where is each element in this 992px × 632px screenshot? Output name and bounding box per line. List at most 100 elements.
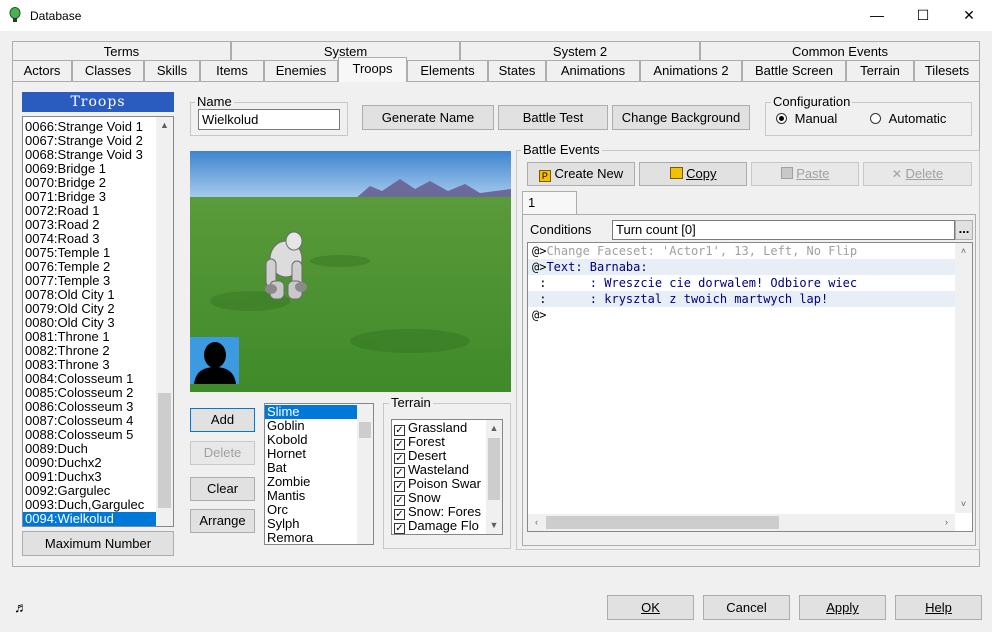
add-button[interactable]: Add (190, 408, 255, 432)
troop-item[interactable]: 0084:Colosseum 1 (23, 372, 173, 386)
troop-item[interactable]: 0073:Road 2 (23, 218, 173, 232)
tab-terrain[interactable]: Terrain (846, 60, 914, 81)
paste-button[interactable]: Paste (751, 162, 859, 186)
troop-item[interactable]: 0069:Bridge 1 (23, 162, 173, 176)
scrollbar-thumb[interactable] (546, 516, 779, 529)
event-command-line[interactable]: @>Text: Barnaba: (528, 259, 972, 275)
tab-tilesets[interactable]: Tilesets (914, 60, 980, 81)
conditions-more-button[interactable]: ... (955, 220, 973, 240)
troop-item[interactable]: 0079:Old City 2 (23, 302, 173, 316)
tab-states[interactable]: States (488, 60, 546, 81)
troop-item[interactable]: 0094:Wielkolud (23, 512, 173, 526)
music-icon[interactable]: ♬ (14, 599, 28, 615)
troop-item[interactable]: 0086:Colosseum 3 (23, 400, 173, 414)
radio-manual[interactable]: Manual (776, 111, 837, 126)
tab-classes[interactable]: Classes (72, 60, 144, 81)
maximum-number-button[interactable]: Maximum Number (22, 531, 174, 556)
troop-item[interactable]: 0070:Bridge 2 (23, 176, 173, 190)
delete-event-button[interactable]: ✕ Delete (863, 162, 972, 186)
apply-button[interactable]: Apply (799, 595, 886, 620)
scroll-left-arrow-icon[interactable]: ‹ (528, 514, 545, 531)
event-command-line[interactable]: : : krysztal z twoich martwych lap! (528, 291, 972, 307)
help-button[interactable]: Help (895, 595, 982, 620)
troop-item[interactable]: 0091:Duchx3 (23, 470, 173, 484)
terrain-scrollbar[interactable]: ▲ ▼ (486, 420, 502, 534)
copy-button[interactable]: Copy (639, 162, 747, 186)
tab-troops[interactable]: Troops (338, 57, 407, 82)
scroll-down-arrow-icon[interactable]: ▼ (486, 517, 502, 534)
tab-elements[interactable]: Elements (407, 60, 488, 81)
troop-item[interactable]: 0075:Temple 1 (23, 246, 173, 260)
name-input[interactable]: Wielkolud (198, 109, 340, 130)
battle-preview[interactable] (190, 151, 511, 392)
troop-item[interactable]: 0093:Duch,Gargulec (23, 498, 173, 512)
troop-item[interactable]: 0087:Colosseum 4 (23, 414, 173, 428)
terrain-list[interactable]: ✓ Grassland ✓ Forest ✓ Desert ✓ Wasteland ✓ Poiso… (391, 419, 503, 535)
troop-item[interactable]: 0088:Colosseum 5 (23, 428, 173, 442)
tab-common-events[interactable]: Common Events (700, 41, 980, 62)
event-scrollbar-h[interactable]: ‹ › (528, 514, 955, 531)
troop-item[interactable]: 0089:Duch (23, 442, 173, 456)
troop-item[interactable]: 0076:Temple 2 (23, 260, 173, 274)
troop-item[interactable]: 0092:Gargulec (23, 484, 173, 498)
tab-items[interactable]: Items (200, 60, 264, 81)
troop-item[interactable]: 0078:Old City 1 (23, 288, 173, 302)
scroll-up-arrow-icon[interactable]: ▲ (486, 420, 502, 437)
radio-automatic[interactable]: Automatic (870, 111, 946, 126)
troop-item[interactable]: 0072:Road 1 (23, 204, 173, 218)
scroll-up-arrow-icon[interactable]: ▲ (156, 117, 173, 134)
troop-item[interactable]: 0080:Old City 3 (23, 316, 173, 330)
tab-animations[interactable]: Animations (546, 60, 640, 81)
troop-item[interactable]: 0077:Temple 3 (23, 274, 173, 288)
cancel-button[interactable]: Cancel (703, 595, 790, 620)
troop-item[interactable]: 0081:Throne 1 (23, 330, 173, 344)
event-command-prefix: @> (532, 244, 547, 258)
troop-item[interactable]: 0071:Bridge 3 (23, 190, 173, 204)
event-commands-list[interactable]: @>Change Faceset: 'Actor1', 13, Left, No… (527, 242, 973, 532)
create-new-button[interactable]: P Create New (527, 162, 635, 186)
troops-scrollbar[interactable]: ▲ (156, 117, 173, 526)
event-command-line[interactable]: @> (528, 307, 972, 323)
troop-item[interactable]: 0083:Throne 3 (23, 358, 173, 372)
troop-item[interactable]: 0066:Strange Void 1 (23, 120, 173, 134)
arrange-button[interactable]: Arrange (190, 509, 255, 533)
checkbox-checked-icon[interactable]: ✓ (394, 523, 405, 534)
troop-item[interactable]: 0068:Strange Void 3 (23, 148, 173, 162)
event-scrollbar-v[interactable]: ˄ ˅ (955, 243, 972, 513)
maximize-button[interactable]: ☐ (900, 0, 946, 31)
delete-monster-button[interactable]: Delete (190, 441, 255, 465)
conditions-field[interactable]: Turn count [0] (612, 220, 955, 240)
change-background-button[interactable]: Change Background (612, 105, 750, 130)
event-command-line[interactable]: : : Wreszcie cie dorwalem! Odbiore wiec (528, 275, 972, 291)
enemy-sprite[interactable] (248, 229, 318, 303)
scrollbar-thumb[interactable] (158, 393, 171, 508)
event-command-line[interactable]: @>Change Faceset: 'Actor1', 13, Left, No… (528, 243, 972, 259)
tab-skills[interactable]: Skills (144, 60, 200, 81)
scroll-right-arrow-icon[interactable]: › (938, 514, 955, 531)
scrollbar-thumb[interactable] (488, 438, 500, 500)
generate-name-button[interactable]: Generate Name (362, 105, 494, 130)
troop-item[interactable]: 0082:Throne 2 (23, 344, 173, 358)
troop-item[interactable]: 0067:Strange Void 2 (23, 134, 173, 148)
monster-list[interactable]: Slime Goblin Kobold Hornet Bat Zombie Mantis Or… (264, 403, 374, 545)
troop-item[interactable]: 0074:Road 3 (23, 232, 173, 246)
tab-system-2[interactable]: System 2 (460, 41, 700, 62)
scroll-up-arrow-icon[interactable]: ˄ (955, 243, 972, 260)
ok-button[interactable]: OK (607, 595, 694, 620)
tab-animations-2[interactable]: Animations 2 (640, 60, 742, 81)
page-tab-1[interactable]: 1 (522, 191, 577, 215)
tab-actors[interactable]: Actors (12, 60, 72, 81)
scrollbar-thumb[interactable] (359, 422, 371, 438)
tab-terms[interactable]: Terms (12, 41, 231, 62)
monster-scrollbar[interactable] (357, 404, 373, 544)
close-button[interactable]: ✕ (946, 0, 992, 31)
clear-button[interactable]: Clear (190, 477, 255, 501)
troop-item[interactable]: 0090:Duchx2 (23, 456, 173, 470)
troops-list[interactable]: 0066:Strange Void 1 0067:Strange Void 2 00… (22, 116, 174, 527)
tab-battle-screen[interactable]: Battle Screen (742, 60, 846, 81)
minimize-button[interactable]: — (854, 0, 900, 31)
scroll-down-arrow-icon[interactable]: ˅ (955, 496, 972, 513)
battle-test-button[interactable]: Battle Test (498, 105, 608, 130)
tab-enemies[interactable]: Enemies (264, 60, 338, 81)
troop-item[interactable]: 0085:Colosseum 2 (23, 386, 173, 400)
